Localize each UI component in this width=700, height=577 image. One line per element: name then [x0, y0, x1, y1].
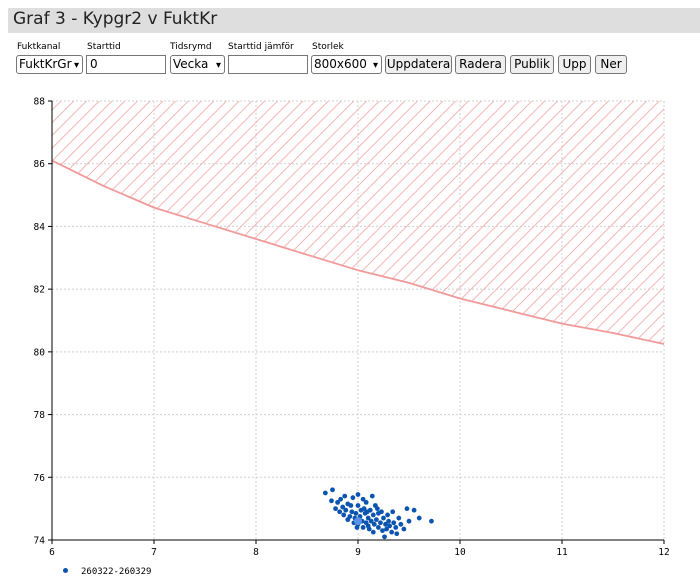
chevron-down-icon: ▾: [73, 60, 79, 71]
radera-button[interactable]: Radera: [455, 55, 506, 74]
data-point: [363, 499, 369, 505]
data-point: [354, 525, 360, 530]
ner-button[interactable]: Ner: [595, 55, 627, 74]
storlek-select[interactable]: 800x600 ▾: [311, 55, 382, 74]
y-tick-label: 86: [34, 159, 46, 170]
y-tick-label: 88: [34, 97, 46, 108]
y-tick-label: 82: [34, 285, 45, 296]
data-point: [330, 487, 335, 493]
legend-label: 260322-260329: [81, 567, 152, 577]
data-point: [416, 515, 422, 521]
starttid-label: Starttid: [87, 42, 121, 52]
chevron-down-icon: ▾: [372, 60, 378, 71]
data-point: [322, 490, 328, 496]
data-point: [347, 514, 353, 519]
legend-marker: [63, 568, 68, 573]
data-point: [374, 506, 380, 512]
y-tick-label: 78: [34, 410, 46, 421]
x-tick-label: 7: [151, 547, 157, 557]
data-point: [394, 531, 400, 537]
data-point: [329, 498, 334, 504]
data-point: [379, 509, 384, 515]
data-point: [387, 523, 393, 529]
data-point: [369, 493, 375, 499]
data-point: [342, 493, 348, 499]
data-point: [355, 503, 361, 508]
data-point: [370, 529, 376, 535]
data-point: [348, 503, 354, 508]
fuktkanal-select[interactable]: FuktKrGr ▾: [16, 55, 83, 74]
data-point: [391, 520, 397, 526]
x-tick-label: 8: [253, 547, 259, 557]
data-point: [360, 525, 366, 530]
data-point: [429, 518, 434, 524]
starttid-input[interactable]: 0: [86, 55, 166, 74]
data-point: [398, 521, 404, 527]
data-point: [381, 515, 386, 521]
data-point: [382, 534, 387, 540]
x-tick-label: 10: [454, 547, 466, 557]
data-point: [385, 512, 390, 518]
publik-button[interactable]: Publik: [510, 55, 554, 74]
fuktkanal-label: Fuktkanal: [17, 42, 61, 52]
data-point: [364, 509, 370, 515]
tidsrymd-select[interactable]: Vecka ▾: [170, 55, 225, 74]
data-point: [393, 525, 399, 530]
data-point: [411, 507, 417, 513]
data-point: [341, 512, 347, 518]
y-tick-label: 80: [34, 347, 46, 358]
data-point: [380, 528, 385, 533]
centroid-point: [354, 517, 362, 526]
data-point: [343, 507, 349, 513]
title-bar: Graf 3 - Kypgr2 v FuktKr: [8, 8, 700, 33]
data-point: [376, 525, 381, 530]
storlek-label: Storlek: [312, 42, 344, 52]
chevron-down-icon: ▾: [215, 60, 221, 71]
starttid-jamfor-input[interactable]: [228, 55, 308, 74]
data-point: [378, 520, 383, 526]
data-point: [390, 509, 396, 515]
data-point: [370, 512, 376, 518]
x-tick-label: 12: [658, 547, 669, 557]
data-point: [406, 518, 412, 524]
data-point: [338, 496, 344, 502]
data-point: [353, 510, 359, 516]
legend: 260322-260329: [63, 567, 151, 577]
upp-button[interactable]: Upp: [558, 55, 591, 74]
y-tick-label: 76: [34, 473, 46, 484]
data-point: [366, 526, 372, 532]
x-tick-label: 6: [49, 547, 55, 557]
y-tick-label: 74: [34, 536, 46, 547]
data-point: [371, 521, 377, 527]
data-point: [349, 509, 355, 515]
fuktkanal-value: FuktKrGr: [19, 57, 72, 71]
data-point: [404, 506, 410, 512]
tidsrymd-label: Tidsrymd: [170, 42, 212, 52]
page-title: Graf 3 - Kypgr2 v FuktKr: [13, 9, 218, 29]
data-point: [401, 526, 407, 532]
data-point: [373, 517, 379, 523]
uppdatera-button[interactable]: Uppdatera: [385, 55, 452, 74]
data-point: [396, 515, 402, 521]
data-point: [355, 492, 361, 497]
x-tick-label: 11: [556, 547, 568, 557]
data-points: [322, 487, 434, 540]
data-point: [333, 506, 338, 512]
data-point: [386, 518, 391, 524]
data-point: [389, 529, 395, 535]
data-point: [337, 509, 343, 515]
storlek-value: 800x600: [314, 57, 367, 71]
limit-hatch-area: [52, 101, 664, 344]
tidsrymd-value: Vecka: [173, 57, 209, 71]
starttid-jamfor-label: Starttid jämför: [228, 42, 294, 52]
scatter-chart: 6 7 8 9 10 11 127476788082848688: [34, 97, 670, 558]
x-tick-label: 9: [355, 547, 361, 557]
data-point: [350, 495, 356, 501]
y-tick-label: 84: [34, 222, 46, 233]
